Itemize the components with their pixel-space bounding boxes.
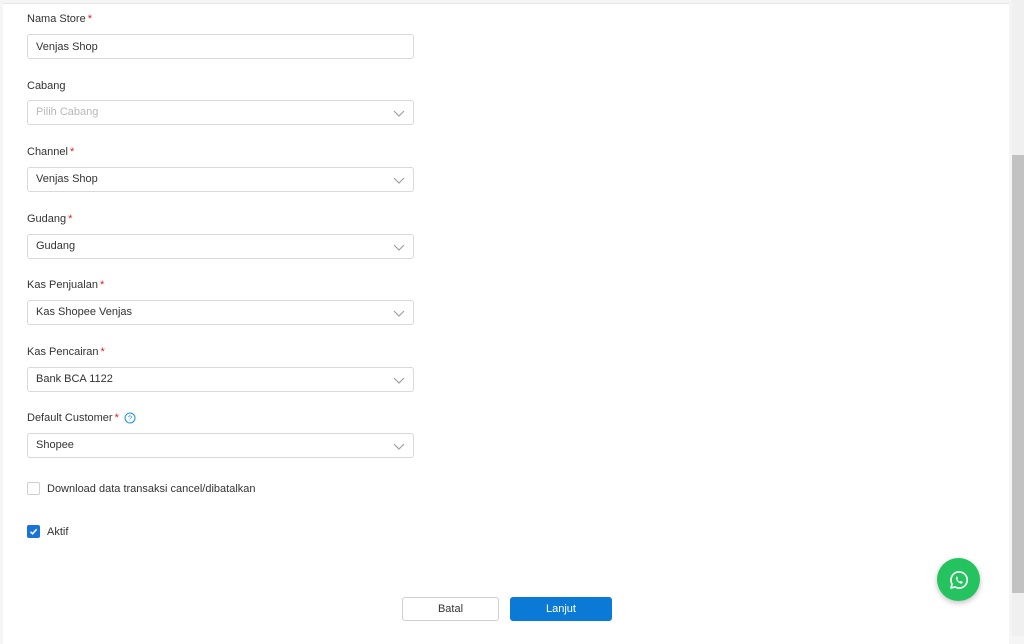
cancel-button[interactable]: Batal xyxy=(402,597,499,621)
channel-select[interactable]: Venjas Shop xyxy=(27,167,414,192)
disbursement-cash-select[interactable]: Bank BCA 1122 xyxy=(27,367,414,392)
next-button[interactable]: Lanjut xyxy=(510,597,612,621)
channel-value: Venjas Shop xyxy=(36,173,98,185)
vertical-scrollbar[interactable] xyxy=(1012,0,1024,636)
branch-label: Cabang xyxy=(27,80,66,92)
store-name-label: Nama Store * xyxy=(27,13,92,25)
disbursement-cash-value: Bank BCA 1122 xyxy=(36,373,113,385)
download-cancel-row[interactable]: Download data transaksi cancel/dibatalka… xyxy=(27,482,256,495)
default-customer-value: Shopee xyxy=(36,439,74,451)
warehouse-value: Gudang xyxy=(36,240,76,252)
scrollbar-thumb[interactable] xyxy=(1012,155,1024,593)
branch-select[interactable]: Pilih Cabang xyxy=(27,100,414,125)
warehouse-field: Gudang * Gudang xyxy=(27,212,414,259)
required-mark: * xyxy=(87,13,92,25)
disbursement-cash-label: Kas Pencairan * xyxy=(27,346,105,358)
sales-cash-select[interactable]: Kas Shopee Venjas xyxy=(27,300,414,325)
active-row[interactable]: Aktif xyxy=(27,525,68,538)
chevron-down-icon xyxy=(393,443,405,450)
chevron-down-icon xyxy=(393,377,405,384)
branch-placeholder: Pilih Cabang xyxy=(36,106,99,118)
store-name-input-box xyxy=(27,34,414,59)
chevron-down-icon xyxy=(393,244,405,251)
whatsapp-button[interactable] xyxy=(937,558,980,601)
chevron-down-icon xyxy=(393,310,405,317)
store-name-input[interactable] xyxy=(28,35,396,58)
branch-field: Cabang Pilih Cabang xyxy=(27,79,414,125)
required-mark: * xyxy=(69,146,75,158)
default-customer-field: Default Customer * ? Shopee xyxy=(27,411,414,458)
required-mark: * xyxy=(68,213,73,225)
chevron-down-icon xyxy=(393,177,405,184)
channel-label: Channel * xyxy=(27,146,75,158)
default-customer-label: Default Customer * ? xyxy=(27,411,414,425)
whatsapp-icon xyxy=(949,570,968,589)
required-mark: * xyxy=(99,279,105,291)
download-cancel-checkbox[interactable] xyxy=(27,482,40,495)
sales-cash-field: Kas Penjualan * Kas Shopee Venjas xyxy=(27,278,414,325)
question-circle-icon[interactable]: ? xyxy=(124,412,136,424)
warehouse-select[interactable]: Gudang xyxy=(27,234,414,259)
disbursement-cash-field: Kas Pencairan * Bank BCA 1122 xyxy=(27,345,414,392)
chevron-down-icon xyxy=(393,110,405,117)
warehouse-label: Gudang * xyxy=(27,213,73,225)
default-customer-select[interactable]: Shopee xyxy=(27,433,414,458)
required-mark: * xyxy=(114,412,119,424)
active-checkbox[interactable] xyxy=(27,525,40,538)
channel-field: Channel * Venjas Shop xyxy=(27,145,414,192)
svg-text:?: ? xyxy=(128,414,132,423)
store-name-field: Nama Store * xyxy=(27,12,414,59)
sales-cash-label: Kas Penjualan * xyxy=(27,279,105,291)
download-cancel-label: Download data transaksi cancel/dibatalka… xyxy=(47,482,256,495)
sales-cash-value: Kas Shopee Venjas xyxy=(36,306,133,318)
checkmark-icon xyxy=(29,528,38,535)
required-mark: * xyxy=(100,346,105,358)
active-label: Aktif xyxy=(47,525,69,538)
